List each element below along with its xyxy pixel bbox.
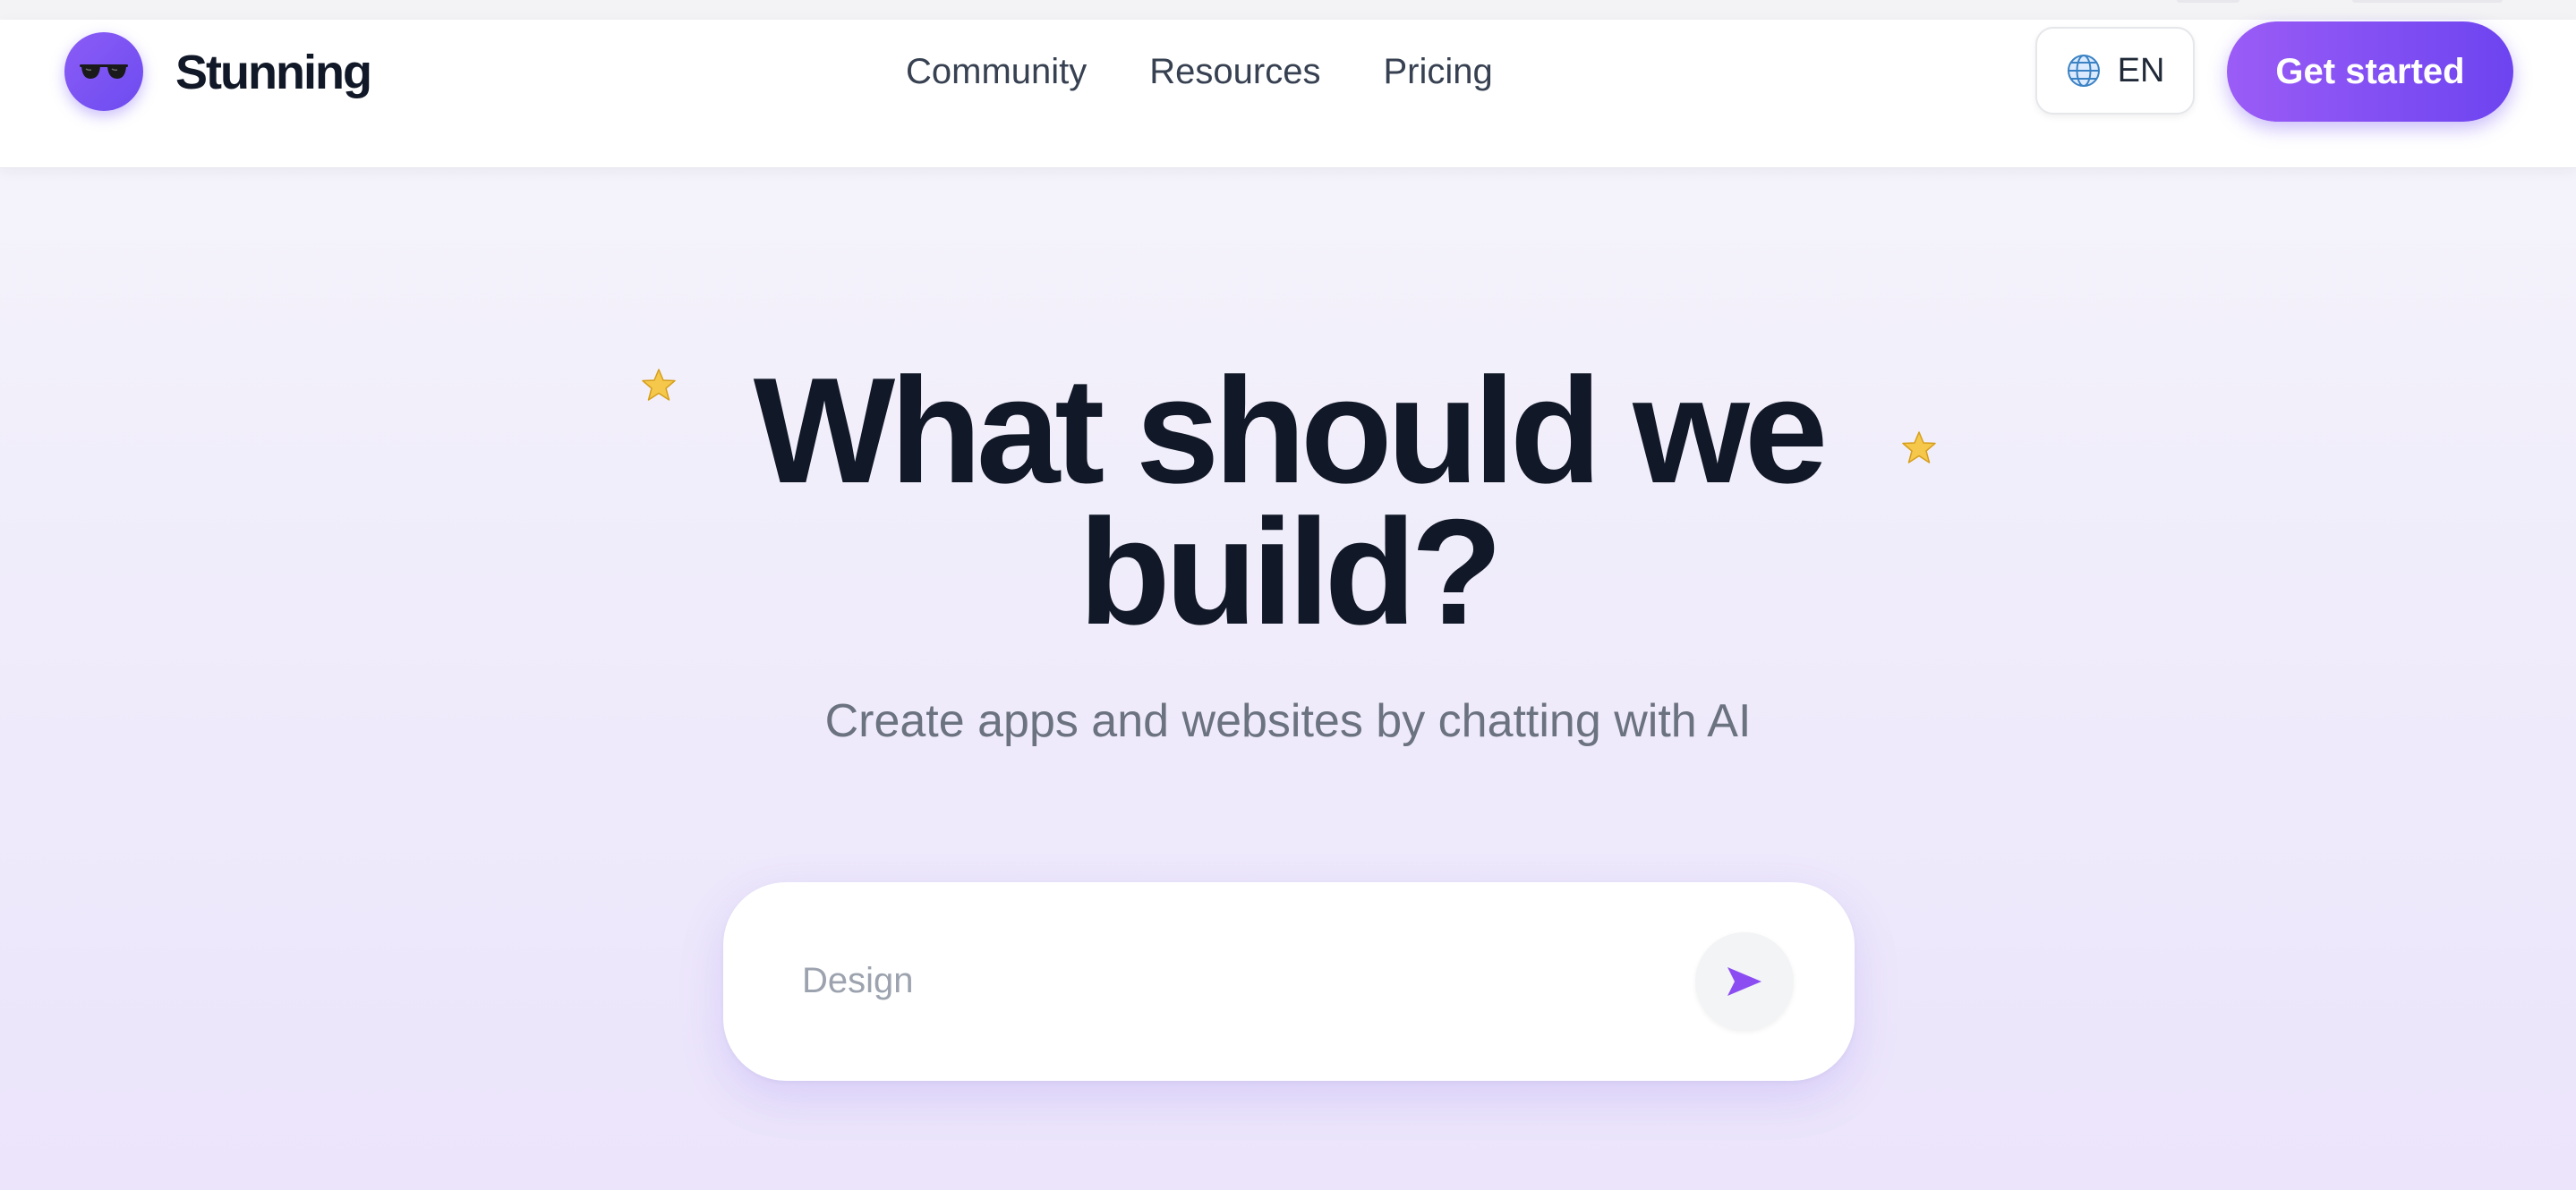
language-selector[interactable]: EN [2035,27,2195,115]
globe-icon [2067,55,2100,87]
hero-subtitle: Create apps and websites by chatting wit… [824,695,1752,747]
nav-community[interactable]: Community [906,52,1087,92]
logo[interactable] [64,32,143,111]
send-arrow-icon [1727,967,1761,996]
tab-hint [2352,0,2503,3]
language-label: EN [2117,51,2165,89]
nav-resources[interactable]: Resources [1149,52,1320,92]
get-started-button[interactable]: Get started [2227,21,2513,122]
hero-title: What should we build? [0,346,2576,656]
tab-hint [2177,0,2239,3]
prompt-input[interactable] [802,945,1679,1016]
prompt-box [723,882,1855,1081]
sunglasses-icon [80,64,128,79]
nav-pricing[interactable]: Pricing [1383,52,1492,92]
hero-title-line-2: build? [1079,488,1503,656]
top-strip [0,0,2576,21]
hero-title-line-1: What should we [753,346,1829,514]
main-nav: Community Resources Pricing [906,52,1493,92]
brand-name[interactable]: Stunning [175,45,372,100]
send-button[interactable] [1695,932,1794,1031]
site-header: Stunning Community Resources Pricing EN … [0,20,2576,168]
